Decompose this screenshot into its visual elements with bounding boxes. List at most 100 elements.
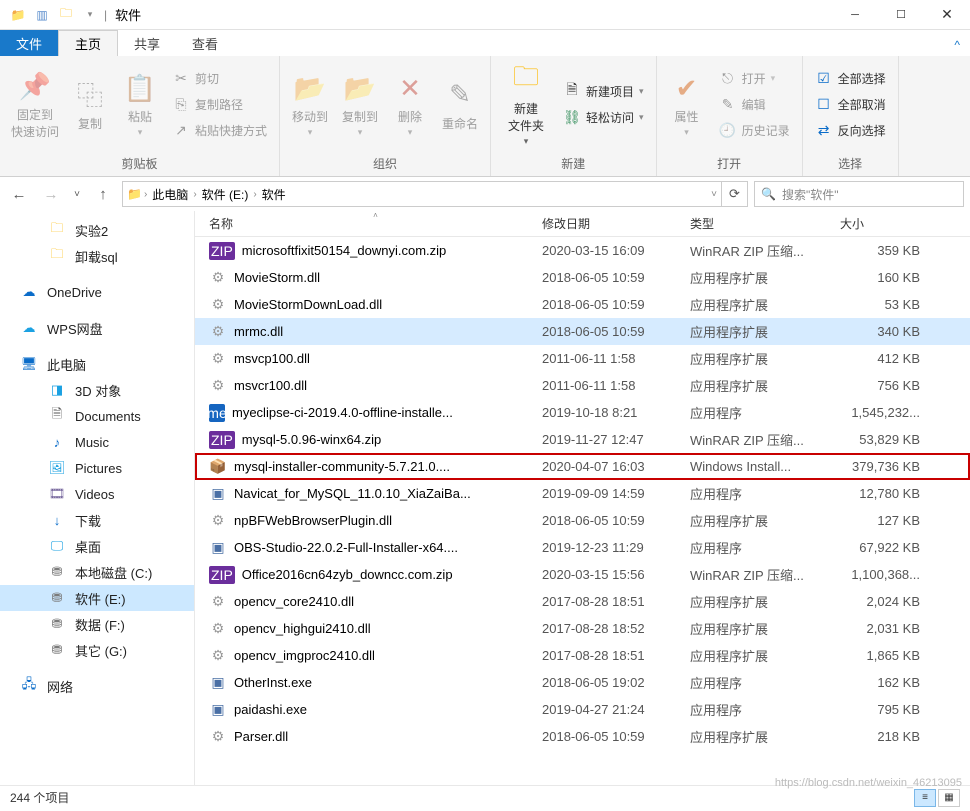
maximize-button[interactable]: ☐ <box>878 0 924 30</box>
file-row[interactable]: ▣paidashi.exe2019-04-27 21:24应用程序795 KB <box>195 696 970 723</box>
file-row[interactable]: ⚙MovieStorm.dll2018-06-05 10:59应用程序扩展160… <box>195 264 970 291</box>
sidebar-item-wps[interactable]: ☁WPS网盘 <box>0 315 194 341</box>
select-none-button[interactable]: ☐全部取消 <box>811 93 890 115</box>
tab-file[interactable]: 文件 <box>0 30 58 56</box>
paste-shortcut-button[interactable]: ↗粘贴快捷方式 <box>168 119 271 141</box>
file-row[interactable]: ⚙Parser.dll2018-06-05 10:59应用程序扩展218 KB <box>195 723 970 750</box>
file-row[interactable]: ⚙npBFWebBrowserPlugin.dll2018-06-05 10:5… <box>195 507 970 534</box>
file-type: Windows Install... <box>690 459 840 474</box>
copy-path-button[interactable]: ⎘复制路径 <box>168 93 271 115</box>
chevron-right-icon[interactable]: › <box>193 189 196 200</box>
properties-button[interactable]: ✔属性 <box>665 60 709 148</box>
sidebar-item-desktop[interactable]: 🖵桌面 <box>0 533 194 559</box>
file-row[interactable]: ▣Navicat_for_MySQL_11.0.10_XiaZaiBa...20… <box>195 480 970 507</box>
file-row[interactable]: ⚙opencv_highgui2410.dll2017-08-28 18:52应… <box>195 615 970 642</box>
column-header-name[interactable]: ˄名称 <box>209 215 542 232</box>
qat-properties-icon[interactable]: ▥ <box>30 4 54 26</box>
sidebar-item-pictures[interactable]: 🖼Pictures <box>0 455 194 481</box>
sidebar-item-uninstall[interactable]: 🗀卸载sql <box>0 243 194 269</box>
breadcrumb-thispc[interactable]: 此电脑 <box>149 186 191 203</box>
chevron-right-icon[interactable]: › <box>144 189 147 200</box>
cut-button[interactable]: ✂剪切 <box>168 67 271 89</box>
file-row[interactable]: memyeclipse-ci-2019.4.0-offline-installe… <box>195 399 970 426</box>
rename-button[interactable]: ✎重命名 <box>438 60 482 148</box>
file-row[interactable]: ▣OBS-Studio-22.0.2-Full-Installer-x64...… <box>195 534 970 561</box>
sidebar-item-diskE[interactable]: ⛃软件 (E:) <box>0 585 194 611</box>
file-row[interactable]: ZIPOffice2016cn64zyb_downcc.com.zip2020-… <box>195 561 970 588</box>
ribbon-help-icon[interactable]: ^ <box>944 34 970 56</box>
tab-share[interactable]: 共享 <box>118 30 176 56</box>
file-row[interactable]: ▣OtherInst.exe2018-06-05 19:02应用程序162 KB <box>195 669 970 696</box>
docs-icon: 🗎 <box>48 405 66 427</box>
copy-to-button[interactable]: 📂复制到 <box>338 60 382 148</box>
desktop-icon: 🖵 <box>48 538 66 554</box>
nav-back-button[interactable]: ← <box>6 181 32 207</box>
qat-more-icon[interactable]: ▾ <box>78 4 102 26</box>
file-row[interactable]: ⚙opencv_core2410.dll2017-08-28 18:51应用程序… <box>195 588 970 615</box>
easy-access-button[interactable]: ⛓轻松访问 ▾ <box>559 106 648 128</box>
delete-button[interactable]: ✕删除 <box>388 60 432 148</box>
file-list[interactable]: ZIPmicrosoftfixit50154_downyi.com.zip202… <box>195 237 970 785</box>
breadcrumb-drive[interactable]: 软件 (E:) <box>199 186 252 203</box>
file-row[interactable]: ⚙mrmc.dll2018-06-05 10:59应用程序扩展340 KB <box>195 318 970 345</box>
file-row[interactable]: ⚙msvcp100.dll2011-06-11 1:58应用程序扩展412 KB <box>195 345 970 372</box>
file-name: myeclipse-ci-2019.4.0-offline-installe..… <box>232 405 453 420</box>
file-row[interactable]: ZIPmicrosoftfixit50154_downyi.com.zip202… <box>195 237 970 264</box>
nav-history-button[interactable]: ˅ <box>70 181 84 207</box>
sidebar-item-videos[interactable]: 🎞Videos <box>0 481 194 507</box>
sidebar[interactable]: 🗀实验2 🗀卸载sql ☁OneDrive ☁WPS网盘 🖥此电脑 ◨3D 对象… <box>0 211 195 785</box>
nav-up-button[interactable]: ↑ <box>90 181 116 207</box>
file-date: 2018-06-05 10:59 <box>542 729 690 744</box>
address-bar[interactable]: 📁 › 此电脑 › 软件 (E:) › 软件 ˅ <box>122 181 722 207</box>
copy-button[interactable]: ⿻复制 <box>68 60 112 148</box>
file-date: 2020-04-07 16:03 <box>542 459 690 474</box>
pin-to-quick-access-button[interactable]: 📌固定到 快速访问 <box>8 60 62 148</box>
file-row[interactable]: ⚙msvcr100.dll2011-06-11 1:58应用程序扩展756 KB <box>195 372 970 399</box>
history-button[interactable]: 🕘历史记录 <box>715 119 794 141</box>
file-row[interactable]: ZIPmysql-5.0.96-winx64.zip2019-11-27 12:… <box>195 426 970 453</box>
sidebar-item-diskC[interactable]: ⛃本地磁盘 (C:) <box>0 559 194 585</box>
sidebar-item-lab[interactable]: 🗀实验2 <box>0 217 194 243</box>
sidebar-item-onedrive[interactable]: ☁OneDrive <box>0 279 194 305</box>
tab-view[interactable]: 查看 <box>176 30 234 56</box>
sidebar-item-3dobjects[interactable]: ◨3D 对象 <box>0 377 194 403</box>
minimize-button[interactable]: ─ <box>832 0 878 30</box>
qat-newfolder-icon[interactable]: 🗀 <box>54 4 78 26</box>
column-header-size[interactable]: 大小 <box>840 215 930 232</box>
addressbar-dropdown-icon[interactable]: ˅ <box>711 189 717 200</box>
file-row[interactable]: ⚙opencv_imgproc2410.dll2017-08-28 18:51应… <box>195 642 970 669</box>
nav-forward-button[interactable]: → <box>38 181 64 207</box>
edit-button[interactable]: ✎编辑 <box>715 93 794 115</box>
dll-icon: ⚙ <box>209 647 227 665</box>
sidebar-item-music[interactable]: ♪Music <box>0 429 194 455</box>
new-folder-button[interactable]: 🗀新建 文件夹 <box>499 60 553 148</box>
thispc-icon: 🖥 <box>20 356 38 372</box>
file-type: 应用程序 <box>690 484 840 503</box>
invert-selection-button[interactable]: ⇄反向选择 <box>811 119 890 141</box>
search-input[interactable]: 🔍搜索"软件" <box>754 181 964 207</box>
sidebar-item-network[interactable]: 🖧网络 <box>0 673 194 699</box>
tab-home[interactable]: 主页 <box>58 30 118 56</box>
easyaccess-icon: ⛓ <box>563 109 581 126</box>
paste-button[interactable]: 📋粘贴 <box>118 60 162 148</box>
open-button[interactable]: ⎋打开 ▾ <box>715 67 794 89</box>
select-all-button[interactable]: ☑全部选择 <box>811 67 890 89</box>
refresh-button[interactable]: ⟳ <box>722 181 748 207</box>
column-header-type[interactable]: 类型 <box>690 215 840 232</box>
column-header-date[interactable]: 修改日期 <box>542 215 690 232</box>
view-details-button[interactable]: ≡ <box>914 789 936 807</box>
sidebar-item-diskF[interactable]: ⛃数据 (F:) <box>0 611 194 637</box>
move-to-button[interactable]: 📂移动到 <box>288 60 332 148</box>
view-icons-button[interactable]: ▦ <box>938 789 960 807</box>
new-item-button[interactable]: 🗎新建项目 ▾ <box>559 80 648 102</box>
sidebar-item-documents[interactable]: 🗎Documents <box>0 403 194 429</box>
sidebar-item-downloads[interactable]: ↓下载 <box>0 507 194 533</box>
sidebar-item-diskG[interactable]: ⛃其它 (G:) <box>0 637 194 663</box>
sidebar-item-thispc[interactable]: 🖥此电脑 <box>0 351 194 377</box>
file-size: 2,031 KB <box>840 621 930 636</box>
file-row[interactable]: 📦mysql-installer-community-5.7.21.0....2… <box>195 453 970 480</box>
file-row[interactable]: ⚙MovieStormDownLoad.dll2018-06-05 10:59应… <box>195 291 970 318</box>
breadcrumb-folder[interactable]: 软件 <box>259 186 289 203</box>
close-button[interactable]: ✕ <box>924 0 970 30</box>
chevron-right-icon[interactable]: › <box>253 189 256 200</box>
